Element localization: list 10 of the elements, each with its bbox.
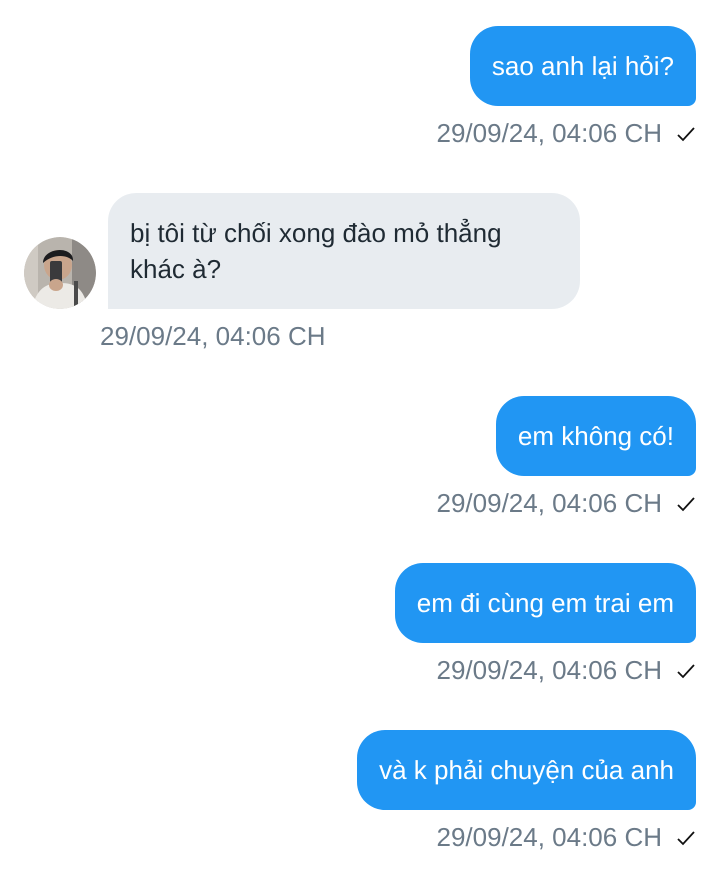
message-time: 29/09/24, 04:06 CH xyxy=(436,822,662,853)
message-time: 29/09/24, 04:06 CH xyxy=(436,655,662,686)
message-time: 29/09/24, 04:06 CH xyxy=(436,488,662,519)
message-bubble: sao anh lại hỏi? xyxy=(470,26,696,106)
message-bubble: em đi cùng em trai em xyxy=(394,563,696,643)
message-bubble: em không có! xyxy=(496,396,696,476)
message-time: 29/09/24, 04:06 CH xyxy=(436,118,662,149)
message-bubble: và k phải chuyện của anh xyxy=(357,730,696,810)
message-time: 29/09/24, 04:06 CH xyxy=(100,321,326,352)
message-bubble: bị tôi từ chối xong đào mỏ thẳng khác à? xyxy=(108,193,580,309)
